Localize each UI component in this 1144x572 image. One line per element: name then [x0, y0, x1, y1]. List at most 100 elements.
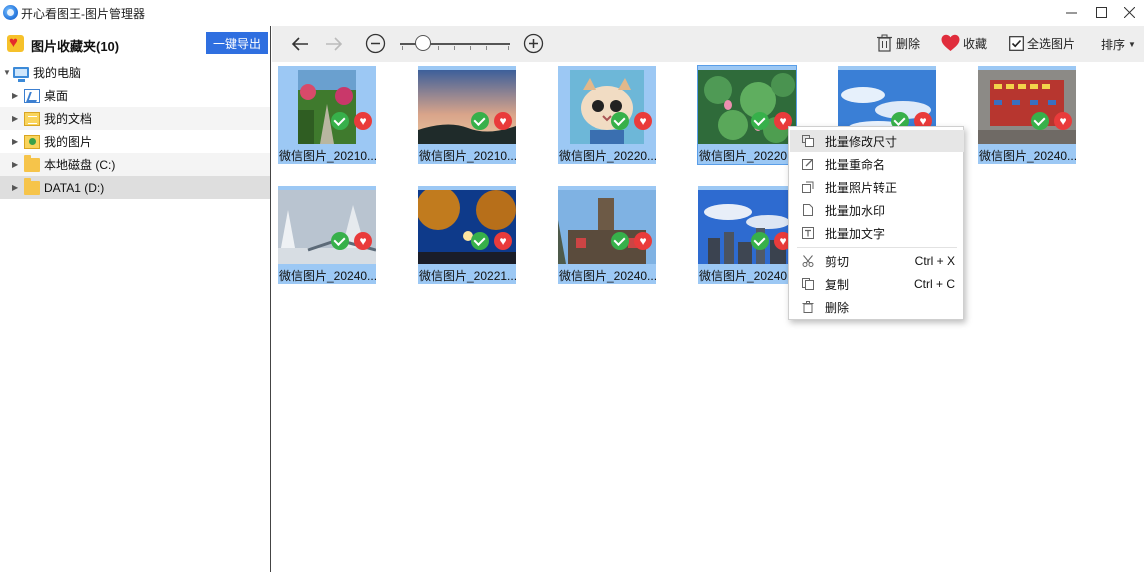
- heart-badge-icon[interactable]: ♥: [634, 232, 652, 250]
- favorite-button[interactable]: 收藏: [941, 34, 987, 52]
- photo-filename: 微信图片_20210...: [279, 149, 376, 163]
- slider-tick: [454, 46, 455, 50]
- favorites-heart-icon: [7, 34, 24, 52]
- expand-right-icon[interactable]: ▶: [12, 91, 18, 100]
- arrow-left-icon: [291, 37, 308, 51]
- zoom-out-button[interactable]: [365, 33, 386, 54]
- tree-item-my-computer[interactable]: ▼ 我的电脑: [0, 61, 270, 84]
- zoom-slider-thumb[interactable]: [415, 35, 431, 51]
- photo-thumbnail[interactable]: ♥ 微信图片_20221...: [418, 186, 516, 284]
- expand-right-icon[interactable]: ▶: [12, 183, 18, 192]
- title-bar: 开心看图王-图片管理器: [0, 0, 1144, 26]
- close-icon: [1123, 6, 1135, 18]
- slider-tick: [402, 46, 403, 50]
- tree-item-documents[interactable]: ▶ 我的文档: [0, 107, 270, 130]
- check-badge-icon[interactable]: [331, 112, 349, 130]
- photo-filename: 微信图片_20240...: [699, 269, 796, 283]
- photo-thumbnail[interactable]: ♥ 微信图片_20220...: [697, 65, 797, 165]
- photo-filename: 微信图片_20240...: [559, 269, 656, 283]
- check-badge-icon[interactable]: [611, 112, 629, 130]
- rotate-icon: [802, 181, 814, 193]
- heart-badge-icon[interactable]: ♥: [354, 112, 372, 130]
- documents-icon: [24, 111, 40, 126]
- cut-icon: [802, 255, 814, 267]
- menu-item-shortcut: Ctrl + X: [914, 254, 955, 268]
- close-button[interactable]: [1112, 0, 1144, 24]
- check-badge-icon[interactable]: [471, 112, 489, 130]
- menu-item-batch-watermark[interactable]: 批量加水印: [790, 199, 964, 221]
- photo-image: [698, 190, 796, 264]
- slider-tick: [438, 46, 439, 50]
- tree-item-drive-c[interactable]: ▶ 本地磁盘 (C:): [0, 153, 270, 176]
- photo-image: [978, 70, 1076, 144]
- expand-down-icon[interactable]: ▼: [3, 68, 11, 77]
- heart-badge-icon[interactable]: ♥: [494, 232, 512, 250]
- check-badge-icon[interactable]: [1031, 112, 1049, 130]
- favorites-header: 图片收藏夹(10) 一键导出: [0, 26, 270, 61]
- photo-thumbnail[interactable]: ♥ 微信图片_20240...: [558, 186, 656, 284]
- select-all-label: 全选图片: [1027, 37, 1076, 51]
- toolbar: 删除 收藏 全选图片 排序 ▼: [272, 26, 1144, 62]
- tree-item-pictures[interactable]: ▶ 我的图片: [0, 130, 270, 153]
- menu-item-label: 批量照片转正: [825, 180, 898, 195]
- slider-tick: [470, 46, 471, 50]
- photo-filename: 微信图片_20221...: [419, 269, 516, 283]
- forward-button[interactable]: [324, 34, 344, 54]
- zoom-out-icon: [365, 33, 386, 54]
- menu-item-batch-resize[interactable]: 批量修改尺寸: [790, 130, 964, 152]
- heart-badge-icon[interactable]: ♥: [634, 112, 652, 130]
- check-badge-icon[interactable]: [751, 112, 769, 130]
- tree-item-drive-d[interactable]: ▶ DATA1 (D:): [0, 176, 270, 199]
- heart-badge-icon[interactable]: ♥: [494, 112, 512, 130]
- expand-right-icon[interactable]: ▶: [12, 114, 18, 123]
- menu-item-label: 剪切: [825, 254, 850, 269]
- photo-thumbnail[interactable]: ♥ 微信图片_20240...: [278, 186, 376, 284]
- menu-item-batch-rotate[interactable]: 批量照片转正: [790, 176, 964, 198]
- check-badge-icon[interactable]: [751, 232, 769, 250]
- export-button[interactable]: 一键导出: [206, 32, 268, 54]
- sort-dropdown[interactable]: 排序 ▼: [1098, 36, 1136, 53]
- check-badge-icon[interactable]: [471, 232, 489, 250]
- menu-item-label: 批量修改尺寸: [825, 134, 898, 149]
- copy-icon: [802, 278, 814, 290]
- arrow-right-icon: [326, 37, 343, 51]
- photo-image: [570, 70, 644, 144]
- caret-down-icon: ▼: [1128, 40, 1136, 49]
- photo-image: [698, 70, 796, 144]
- photo-thumbnail[interactable]: ♥ 微信图片_20210...: [418, 66, 516, 164]
- expand-right-icon[interactable]: ▶: [12, 160, 18, 169]
- heart-badge-icon[interactable]: ♥: [354, 232, 372, 250]
- photo-image: [418, 70, 516, 144]
- photo-image: [558, 190, 656, 264]
- minimize-icon: [1065, 12, 1077, 13]
- heart-badge-icon[interactable]: ♥: [1054, 112, 1072, 130]
- tree-item-label: 我的电脑: [33, 66, 82, 80]
- menu-item-cut[interactable]: 剪切 Ctrl + X: [790, 250, 964, 272]
- menu-item-delete[interactable]: 删除: [790, 296, 964, 318]
- check-badge-icon[interactable]: [611, 232, 629, 250]
- desktop-icon: [24, 88, 40, 103]
- check-badge-icon[interactable]: [331, 232, 349, 250]
- photo-thumbnail[interactable]: ♥ 微信图片_20210...: [278, 66, 376, 164]
- slider-tick: [486, 46, 487, 50]
- photo-thumbnail[interactable]: ♥ 微信图片_20240...: [698, 186, 796, 284]
- back-button[interactable]: [290, 34, 310, 54]
- menu-item-batch-add-text[interactable]: 批量加文字: [790, 222, 964, 244]
- menu-item-copy[interactable]: 复制 Ctrl + C: [790, 273, 964, 295]
- tree-item-label: 我的图片: [44, 135, 93, 149]
- tree-item-desktop[interactable]: ▶ 桌面: [0, 84, 270, 107]
- photo-filename: 微信图片_20210...: [419, 149, 516, 163]
- select-all-checkbox[interactable]: 全选图片: [1009, 35, 1075, 52]
- photo-thumbnail[interactable]: ♥ 微信图片_20220...: [558, 66, 656, 164]
- favorites-title: 图片收藏夹(10): [31, 39, 120, 54]
- photo-filename: 微信图片_20240...: [279, 269, 376, 283]
- menu-item-batch-rename[interactable]: 批量重命名: [790, 153, 964, 175]
- context-menu: 批量修改尺寸 批量重命名 批量照片转正 批量加水印 批量加文字 剪切 Ctrl …: [788, 126, 964, 320]
- zoom-in-button[interactable]: [523, 33, 544, 54]
- menu-item-label: 删除: [825, 300, 850, 315]
- minimize-button[interactable]: [1054, 0, 1088, 24]
- heart-icon: [941, 34, 960, 51]
- delete-button[interactable]: 删除: [876, 34, 920, 52]
- expand-right-icon[interactable]: ▶: [12, 137, 18, 146]
- photo-thumbnail[interactable]: ♥ 微信图片_20240...: [978, 66, 1076, 164]
